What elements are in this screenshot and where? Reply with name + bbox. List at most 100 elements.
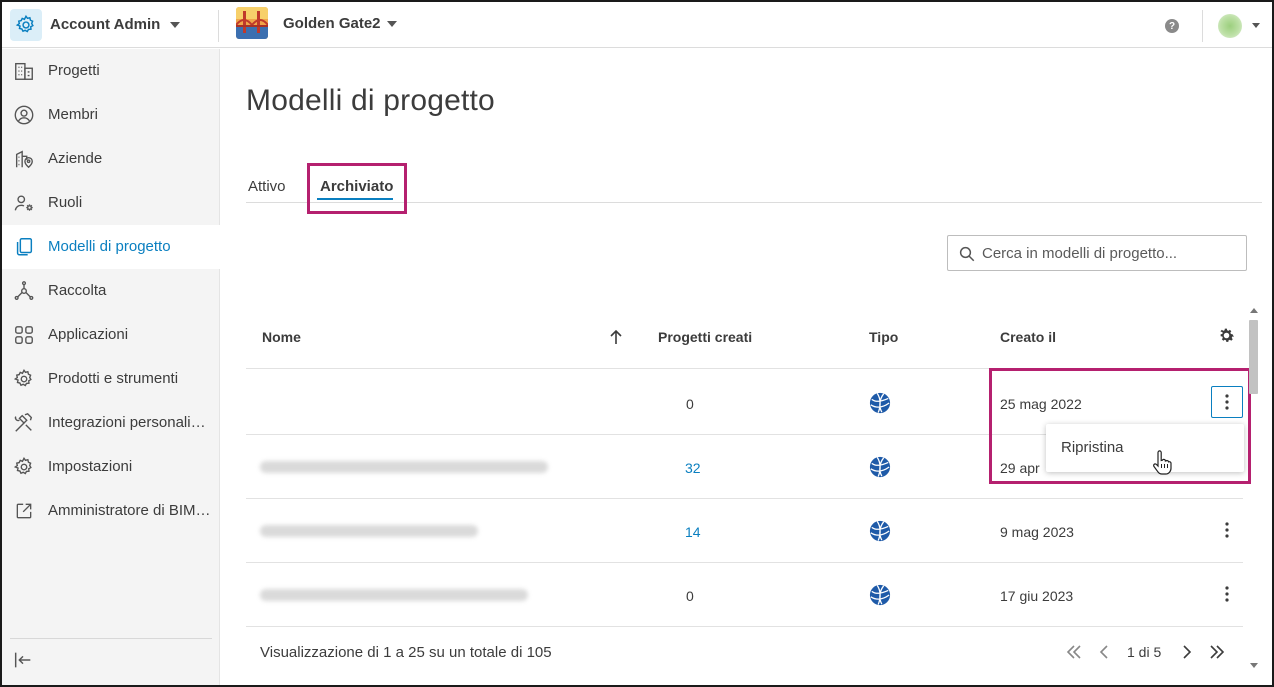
app-switcher-gear-icon[interactable]: [10, 9, 42, 41]
copy-template-icon: [12, 235, 36, 259]
projects-created-count: 0: [686, 588, 694, 604]
column-header-creato-il[interactable]: Creato il: [1000, 329, 1056, 345]
search-input[interactable]: [982, 243, 1242, 263]
pagination-summary: Visualizzazione di 1 a 25 su un totale d…: [260, 644, 552, 661]
project-switcher[interactable]: Golden Gate2: [283, 15, 397, 32]
globe-icon: [869, 520, 891, 542]
account-switcher[interactable]: Account Admin: [50, 16, 181, 33]
divider: [1202, 10, 1203, 42]
sidebar-item-amministratore-bim[interactable]: Amministratore di BIM…: [2, 489, 220, 533]
first-page-icon[interactable]: [1062, 640, 1086, 664]
project-name: Golden Gate2: [283, 15, 381, 32]
row-actions-button[interactable]: [1211, 514, 1243, 546]
collapse-sidebar-icon[interactable]: [12, 649, 36, 673]
column-header-progetti-creati[interactable]: Progetti creati: [658, 329, 752, 345]
sidebar-item-aziende[interactable]: Aziende: [2, 137, 220, 181]
sidebar-item-label: Ruoli: [48, 194, 83, 211]
user-circle-icon: [12, 103, 36, 127]
next-page-icon[interactable]: [1175, 640, 1199, 664]
column-header-nome[interactable]: Nome: [262, 329, 301, 345]
created-date: 25 mag 2022: [1000, 396, 1082, 412]
sidebar-item-prodotti-e-strumenti[interactable]: Prodotti e strumenti: [2, 357, 220, 401]
row-divider: [246, 562, 1243, 563]
created-date: 17 giu 2023: [1000, 588, 1074, 604]
top-bar: Account Admin Golden Gate2 ?: [2, 2, 1272, 48]
apps-grid-icon: [12, 323, 36, 347]
projects-created-link[interactable]: 14: [685, 524, 701, 540]
row-actions-button[interactable]: [1211, 386, 1243, 418]
row-divider: [246, 368, 1243, 369]
sidebar-item-impostazioni[interactable]: Impostazioni: [2, 445, 220, 489]
active-tab-indicator: [317, 198, 393, 200]
scrollbar-thumb[interactable]: [1249, 320, 1258, 394]
sidebar-item-label: Impostazioni: [48, 458, 133, 475]
external-link-icon: [12, 499, 36, 523]
sidebar-item-modelli-di-progetto[interactable]: Modelli di progetto: [2, 225, 220, 269]
sidebar-item-label: Membri: [48, 106, 99, 123]
hammer-wrench-icon: [12, 411, 36, 435]
search-icon: [959, 246, 975, 262]
help-icon[interactable]: ?: [1165, 19, 1179, 33]
row-divider: [246, 498, 1243, 499]
sidebar-item-integrazioni-personalizzate[interactable]: Integrazioni personali…: [2, 401, 220, 445]
app-name: Account Admin: [50, 16, 161, 33]
sidebar-item-label: Applicazioni: [48, 326, 129, 343]
sidebar-item-label: Integrazioni personali…: [48, 414, 206, 431]
kebab-menu-icon: [1225, 586, 1229, 602]
divider: [10, 638, 212, 639]
row-actions-menu: Ripristina: [1046, 424, 1244, 472]
template-name-redacted: [260, 461, 548, 473]
page-title: Modelli di progetto: [246, 84, 495, 117]
settings-icon: [12, 455, 36, 479]
column-settings-gear-icon[interactable]: [1217, 326, 1236, 345]
scroll-down-icon[interactable]: [1249, 662, 1259, 670]
template-name-redacted: [260, 525, 478, 537]
sidebar: Progetti Membri Aziende Ruoli Modelli di…: [2, 49, 220, 685]
sidebar-item-raccolta[interactable]: Raccolta: [2, 269, 220, 313]
sidebar-item-label: Modelli di progetto: [48, 238, 171, 255]
sidebar-item-label: Amministratore di BIM…: [48, 502, 211, 519]
divider: [218, 10, 219, 42]
sidebar-item-label: Progetti: [48, 62, 100, 79]
created-date: 29 apr: [1000, 460, 1040, 476]
last-page-icon[interactable]: [1205, 640, 1229, 664]
tab-attivo[interactable]: Attivo: [248, 178, 286, 195]
table-scrollbar[interactable]: [1246, 304, 1262, 676]
gear-tools-icon: [12, 367, 36, 391]
chevron-down-icon: [386, 21, 397, 28]
company-location-icon: [12, 147, 36, 171]
sidebar-item-ruoli[interactable]: Ruoli: [2, 181, 220, 225]
previous-page-icon[interactable]: [1092, 640, 1116, 664]
tab-archiviato[interactable]: Archiviato: [320, 178, 393, 195]
projects-created-link[interactable]: 32: [685, 460, 701, 476]
sidebar-item-label: Prodotti e strumenti: [48, 370, 179, 387]
row-divider: [246, 626, 1243, 627]
tabs-divider: [246, 202, 1262, 203]
projects-created-count: 0: [686, 396, 694, 412]
kebab-menu-icon: [1225, 522, 1229, 538]
globe-icon: [869, 584, 891, 606]
sidebar-item-progetti[interactable]: Progetti: [2, 49, 220, 93]
sort-ascending-icon[interactable]: [608, 328, 624, 346]
globe-icon: [869, 456, 891, 478]
sidebar-item-label: Aziende: [48, 150, 103, 167]
chevron-down-icon[interactable]: [1252, 23, 1260, 28]
kebab-menu-icon: [1225, 394, 1229, 410]
hub-icon: [12, 279, 36, 303]
avatar[interactable]: [1218, 14, 1242, 38]
chevron-down-icon: [170, 22, 181, 29]
menu-item-ripristina[interactable]: Ripristina: [1061, 439, 1124, 456]
sidebar-item-membri[interactable]: Membri: [2, 93, 220, 137]
scroll-up-icon[interactable]: [1249, 306, 1259, 314]
row-actions-button[interactable]: [1211, 578, 1243, 610]
sidebar-item-applicazioni[interactable]: Applicazioni: [2, 313, 220, 357]
page-indicator: 1 di 5: [1127, 644, 1162, 660]
search-box[interactable]: [947, 235, 1247, 271]
hand-pointer-icon: [1153, 450, 1172, 475]
created-date: 9 mag 2023: [1000, 524, 1074, 540]
sidebar-item-label: Raccolta: [48, 282, 107, 299]
template-name-redacted: [260, 589, 528, 601]
globe-icon: [869, 392, 891, 414]
column-header-tipo[interactable]: Tipo: [869, 329, 898, 345]
project-thumbnail[interactable]: [236, 7, 268, 39]
